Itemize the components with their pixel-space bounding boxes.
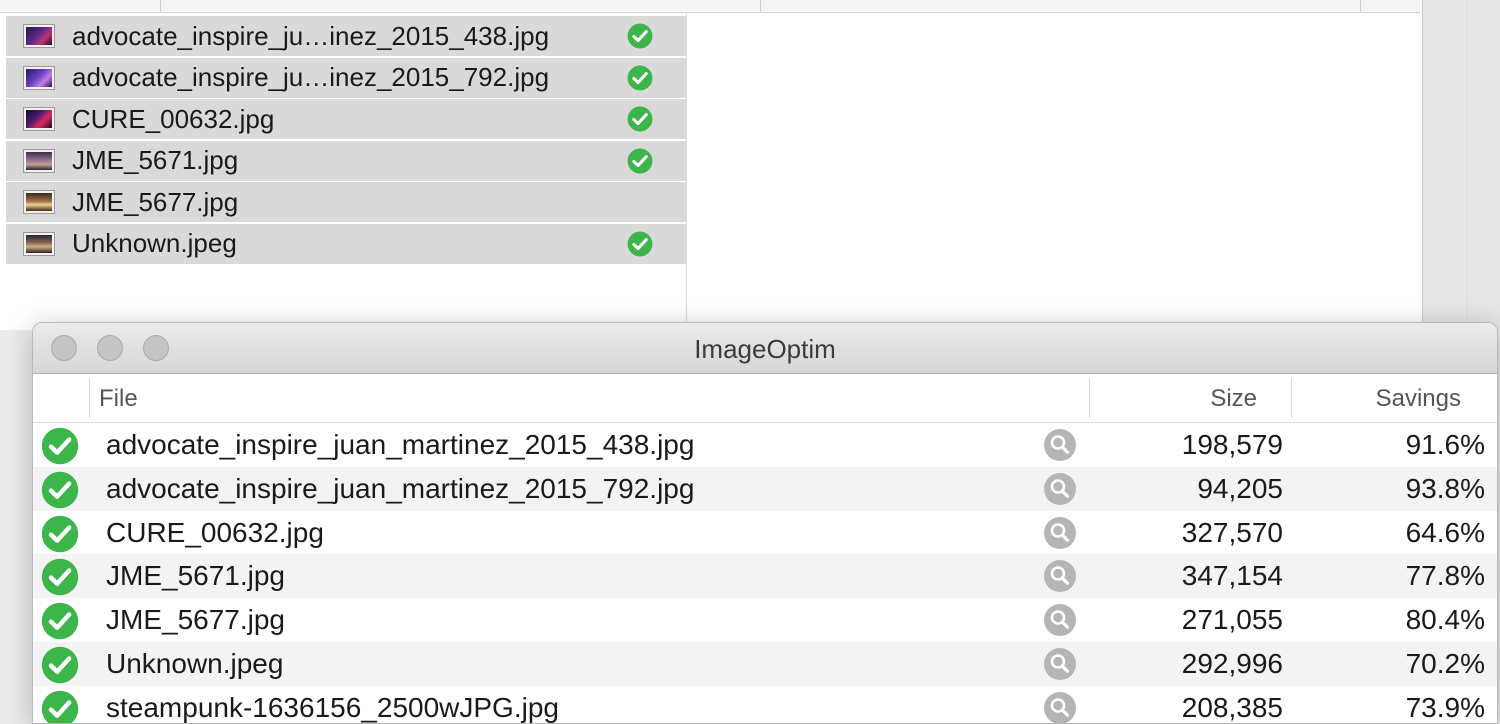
finder-file-name: advocate_inspire_ju…inez_2015_792.jpg xyxy=(72,62,550,92)
image-thumbnail-icon xyxy=(24,149,54,172)
finder-file-row[interactable]: CURE_00632.jpg xyxy=(6,99,686,139)
image-thumbnail-icon xyxy=(24,25,54,47)
file-size: 292,996 xyxy=(1181,647,1283,679)
table-row[interactable]: advocate_inspire_juan_martinez_2015_792.… xyxy=(33,466,1497,512)
finder-file-name: Unknown.jpeg xyxy=(72,228,237,258)
checkmark-circle-icon xyxy=(41,471,79,516)
savings-percent: 73.9% xyxy=(1405,691,1485,723)
image-thumbnail-icon xyxy=(24,232,54,255)
file-size: 208,385 xyxy=(1181,691,1283,723)
table-row[interactable]: advocate_inspire_juan_martinez_2015_438.… xyxy=(33,423,1497,467)
finder-file-row[interactable]: JME_5671.jpg xyxy=(6,140,686,181)
finder-file-name: JME_5677.jpg xyxy=(72,186,239,217)
checkmark-circle-icon xyxy=(41,427,79,472)
imageoptim-window: ImageOptim File Size Savings advocate_in… xyxy=(32,322,1498,724)
file-size: 198,579 xyxy=(1181,429,1283,460)
table-header: File Size Savings xyxy=(33,374,1497,423)
finder-file-list: advocate_inspire_ju…inez_2015_438.jpgadv… xyxy=(6,16,686,265)
file-size: 347,154 xyxy=(1181,560,1283,592)
table-row[interactable]: JME_5677.jpg 271,055 80.4% xyxy=(33,598,1497,642)
checkmark-circle-icon xyxy=(41,602,79,647)
window-title: ImageOptim xyxy=(694,334,836,364)
image-thumbnail-icon xyxy=(24,66,54,89)
checkmark-circle-icon xyxy=(41,558,79,603)
finder-header-divider[interactable] xyxy=(1360,0,1361,12)
checkmark-circle-icon xyxy=(627,106,653,137)
column-header-savings[interactable]: Savings xyxy=(1295,385,1461,413)
file-name: CURE_00632.jpg xyxy=(106,516,324,548)
file-size: 271,055 xyxy=(1181,604,1283,636)
savings-percent: 64.6% xyxy=(1405,516,1485,548)
magnifier-icon[interactable] xyxy=(1044,560,1076,599)
file-name: Unknown.jpeg xyxy=(106,647,284,679)
finder-header-divider[interactable] xyxy=(760,0,761,12)
file-name: steampunk-1636156_2500wJPG.jpg xyxy=(106,691,559,723)
finder-column-header xyxy=(0,0,1420,13)
file-size: 327,570 xyxy=(1181,516,1283,548)
title-bar[interactable]: ImageOptim xyxy=(33,323,1497,374)
savings-percent: 91.6% xyxy=(1405,429,1485,460)
image-thumbnail-icon xyxy=(24,108,54,130)
savings-percent: 77.8% xyxy=(1405,560,1485,592)
finder-file-name: advocate_inspire_ju…inez_2015_438.jpg xyxy=(72,20,550,51)
magnifier-icon[interactable] xyxy=(1044,604,1076,643)
checkmark-circle-icon xyxy=(41,690,79,723)
table-row[interactable]: CURE_00632.jpg 327,570 64.6% xyxy=(33,511,1497,555)
file-name: advocate_inspire_juan_martinez_2015_792.… xyxy=(106,472,695,504)
file-name: advocate_inspire_juan_martinez_2015_438.… xyxy=(106,429,695,460)
finder-window: advocate_inspire_ju…inez_2015_438.jpgadv… xyxy=(0,0,1423,330)
finder-file-row[interactable]: JME_5677.jpg xyxy=(6,182,686,222)
magnifier-icon[interactable] xyxy=(1044,691,1076,723)
file-name: JME_5671.jpg xyxy=(106,560,286,592)
checkmark-circle-icon xyxy=(627,23,653,54)
results-table-body: advocate_inspire_juan_martinez_2015_438.… xyxy=(33,423,1497,723)
checkmark-circle-icon xyxy=(627,148,653,179)
column-header-file[interactable]: File xyxy=(99,385,138,413)
table-row[interactable]: steampunk-1636156_2500wJPG.jpg 208,385 73.… xyxy=(33,686,1497,723)
table-row[interactable]: Unknown.jpeg 292,996 70.2% xyxy=(33,641,1497,687)
checkmark-circle-icon xyxy=(41,646,79,691)
savings-percent: 93.8% xyxy=(1405,472,1485,504)
savings-percent: 70.2% xyxy=(1405,647,1485,679)
magnifier-icon[interactable] xyxy=(1044,472,1076,512)
checkmark-circle-icon xyxy=(627,231,653,262)
file-name: JME_5677.jpg xyxy=(106,604,286,636)
finder-file-name: CURE_00632.jpg xyxy=(72,103,275,134)
size-column-divider[interactable] xyxy=(1291,378,1292,418)
finder-header-divider[interactable] xyxy=(160,0,161,12)
magnifier-icon[interactable] xyxy=(1044,429,1076,468)
column-header-size[interactable]: Size xyxy=(1093,385,1257,413)
file-size: 94,205 xyxy=(1197,472,1283,504)
table-row[interactable]: JME_5671.jpg 347,154 77.8% xyxy=(33,554,1497,599)
finder-file-row[interactable]: advocate_inspire_ju…inez_2015_438.jpg xyxy=(6,16,686,56)
magnifier-icon[interactable] xyxy=(1044,647,1076,687)
finder-file-row[interactable]: advocate_inspire_ju…inez_2015_792.jpg xyxy=(6,57,686,98)
checkmark-circle-icon xyxy=(627,65,653,96)
finder-file-name: JME_5671.jpg xyxy=(72,145,239,175)
file-column-divider[interactable] xyxy=(1089,378,1090,418)
checkmark-circle-icon xyxy=(41,515,79,560)
image-thumbnail-icon xyxy=(24,191,54,213)
finder-file-row[interactable]: Unknown.jpeg xyxy=(6,223,686,264)
status-column-divider[interactable] xyxy=(89,378,90,418)
savings-percent: 80.4% xyxy=(1405,604,1485,636)
magnifier-icon[interactable] xyxy=(1044,516,1076,556)
finder-column-divider xyxy=(686,12,687,330)
